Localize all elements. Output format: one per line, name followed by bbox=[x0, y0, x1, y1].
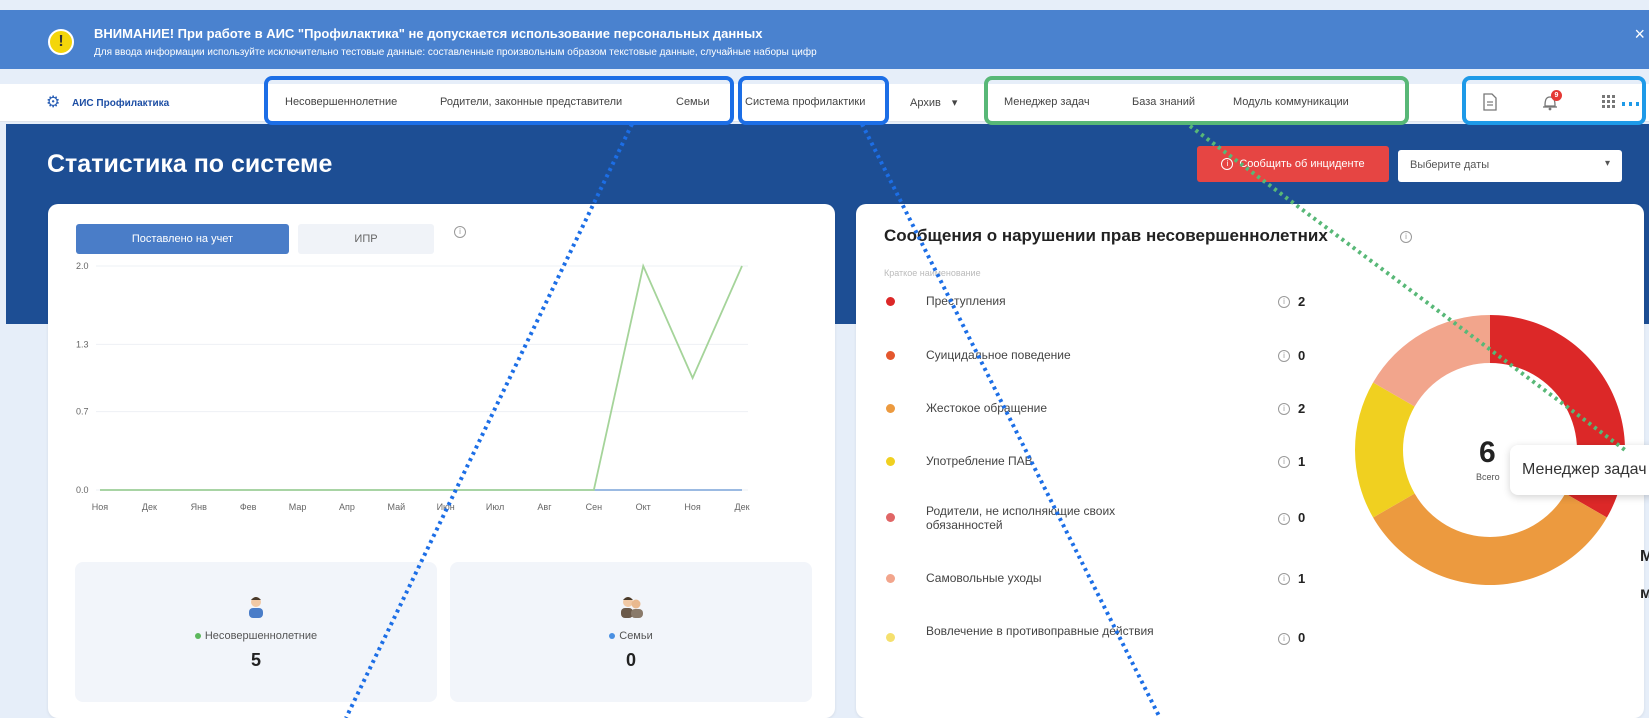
series-line bbox=[100, 263, 743, 491]
x-tick-label: Мар bbox=[289, 502, 307, 512]
legend-dot bbox=[886, 513, 895, 522]
logo-gear-icon: ⚙ bbox=[46, 94, 61, 111]
legend-value: 2 bbox=[1298, 401, 1306, 416]
edge-letter: м bbox=[1640, 585, 1649, 602]
info-icon[interactable]: i bbox=[1278, 633, 1290, 645]
x-tick-label: Дек bbox=[142, 502, 157, 512]
x-tick-label: Дек bbox=[734, 502, 749, 512]
document-icon[interactable] bbox=[1483, 93, 1497, 111]
logo-text: АИС Профилактика bbox=[72, 97, 170, 109]
legend-label: Суицидальное поведение bbox=[926, 348, 1071, 362]
report-incident-button[interactable]: i Сообщить об инциденте bbox=[1197, 146, 1389, 182]
line-chart: 2.01.30.70.0Ноя Дек Янв Фев Мар Апр Май Июн Июл А… bbox=[76, 261, 750, 512]
chevron-down-icon: ▾ bbox=[951, 97, 958, 109]
nav-item-minors[interactable]: Несовершеннолетние bbox=[285, 96, 397, 108]
legend-dot bbox=[886, 633, 895, 642]
legend-value: 1 bbox=[1298, 454, 1306, 469]
x-tick-label: Июн bbox=[437, 502, 455, 512]
legend-label: Родители, не исполняющие своих обязаннос… bbox=[926, 504, 1116, 532]
stat-minors-value: 5 bbox=[250, 650, 261, 670]
nav-item-task-manager[interactable]: Менеджер задач bbox=[1004, 96, 1090, 108]
legend-label: Жестокое обращение bbox=[926, 401, 1048, 415]
warning-icon: ! bbox=[48, 29, 74, 55]
families-dot bbox=[609, 633, 616, 640]
apps-grid-icon[interactable] bbox=[1602, 95, 1616, 109]
legend-dot bbox=[886, 404, 895, 413]
warning-banner: ! ВНИМАНИЕ! При работе в АИС "Профилакти… bbox=[0, 10, 1649, 69]
x-tick-label: Фев bbox=[240, 502, 257, 512]
legend-value: 2 bbox=[1298, 294, 1306, 309]
x-tick-label: Окт bbox=[636, 502, 651, 512]
x-tick-label: Май bbox=[387, 502, 405, 512]
legend-value: 0 bbox=[1298, 630, 1306, 645]
nav-archive-label: Архив bbox=[910, 97, 941, 109]
violations-subtitle: Краткое наименование bbox=[884, 268, 981, 278]
info-icon[interactable]: i bbox=[1278, 296, 1290, 308]
donut-slice bbox=[1373, 493, 1607, 585]
y-tick-label: 0.7 bbox=[76, 407, 89, 417]
info-icon[interactable]: i bbox=[1400, 231, 1412, 243]
stat-families-label: Семьи bbox=[619, 630, 653, 642]
y-tick-label: 2.0 bbox=[76, 261, 89, 271]
legend-value: 1 bbox=[1298, 571, 1306, 586]
stat-minors-label: Несовершеннолетние bbox=[204, 630, 318, 642]
info-icon: i bbox=[1221, 158, 1234, 170]
nav-item-prevention-system[interactable]: Система профилактики bbox=[745, 96, 865, 108]
legend-value: 0 bbox=[1298, 348, 1306, 363]
nav-item-archive[interactable]: Архив ▾ bbox=[910, 96, 957, 109]
legend-dot bbox=[886, 574, 895, 583]
info-icon[interactable]: i bbox=[1278, 513, 1290, 525]
stat-families: Семьи 0 bbox=[450, 562, 812, 702]
family-avatar-icon bbox=[619, 594, 643, 618]
banner-title: ВНИМАНИЕ! При работе в АИС "Профилактика… bbox=[94, 26, 763, 41]
page-title: Статистика по системе bbox=[47, 150, 333, 178]
incident-button-label: Сообщить об инциденте bbox=[1239, 158, 1365, 170]
x-tick-label: Ноя bbox=[92, 502, 109, 512]
donut-total: 6 bbox=[1479, 436, 1496, 469]
stat-minors: Несовершеннолетние 5 bbox=[75, 562, 437, 702]
legend-value: 0 bbox=[1298, 510, 1306, 525]
x-tick-label: Июл bbox=[486, 502, 504, 512]
info-icon[interactable]: i bbox=[1278, 456, 1290, 468]
x-tick-label: Апр bbox=[339, 502, 355, 512]
legend-dot bbox=[886, 297, 895, 306]
y-tick-label: 0.0 bbox=[76, 485, 89, 495]
chevron-down-icon: ▾ bbox=[1604, 158, 1610, 169]
x-tick-label: Авг bbox=[537, 502, 552, 512]
legend-dot bbox=[886, 457, 895, 466]
info-icon[interactable]: i bbox=[1278, 573, 1290, 585]
x-tick-label: Янв bbox=[191, 502, 207, 512]
donut-total-label: Всего bbox=[1476, 472, 1500, 482]
donut-slice bbox=[1355, 382, 1415, 518]
info-icon[interactable]: i bbox=[1278, 403, 1290, 415]
minors-dot bbox=[194, 633, 201, 640]
info-icon[interactable]: i bbox=[1278, 350, 1290, 362]
nav-item-communication-module[interactable]: Модуль коммуникации bbox=[1233, 96, 1349, 108]
legend-label: Вовлечение в противоправные действия bbox=[926, 624, 1154, 638]
date-select[interactable]: Выберите даты ▾ bbox=[1398, 150, 1622, 182]
notification-badge: 9 bbox=[1551, 90, 1562, 101]
legend-label: Употребление ПАВ bbox=[926, 454, 1033, 468]
date-select-placeholder: Выберите даты bbox=[1410, 159, 1490, 171]
banner-subtitle: Для ввода информации используйте исключи… bbox=[94, 47, 817, 58]
child-avatar-icon bbox=[244, 594, 268, 618]
x-tick-label: Сен bbox=[586, 502, 603, 512]
task-manager-tooltip: Менеджер задач bbox=[1510, 445, 1649, 495]
x-tick-label: Ноя bbox=[684, 502, 701, 512]
violations-title-text: Сообщения о нарушении прав несовершеннол… bbox=[884, 226, 1328, 245]
legend-label: Преступления bbox=[926, 294, 1006, 308]
edge-letter: М bbox=[1640, 548, 1649, 565]
nav-item-knowledge-base[interactable]: База знаний bbox=[1132, 96, 1195, 108]
nav-item-parents[interactable]: Родители, законные представители bbox=[440, 96, 622, 108]
legend-dot bbox=[886, 351, 895, 360]
registered-stats-card: Поставлено на учет ИПР i 2.0 1.3 0.7 0.0 Ноя… bbox=[48, 204, 835, 718]
close-icon[interactable]: × bbox=[1634, 24, 1645, 45]
nav-item-families[interactable]: Семьи bbox=[676, 96, 710, 108]
app-logo[interactable]: ⚙ АИС Профилактика bbox=[46, 94, 169, 112]
legend-label: Самовольные уходы bbox=[926, 571, 1042, 585]
stat-families-value: 0 bbox=[625, 650, 636, 670]
violations-title: Сообщения о нарушении прав несовершеннол… bbox=[884, 226, 1328, 246]
y-tick-label: 1.3 bbox=[76, 339, 89, 349]
